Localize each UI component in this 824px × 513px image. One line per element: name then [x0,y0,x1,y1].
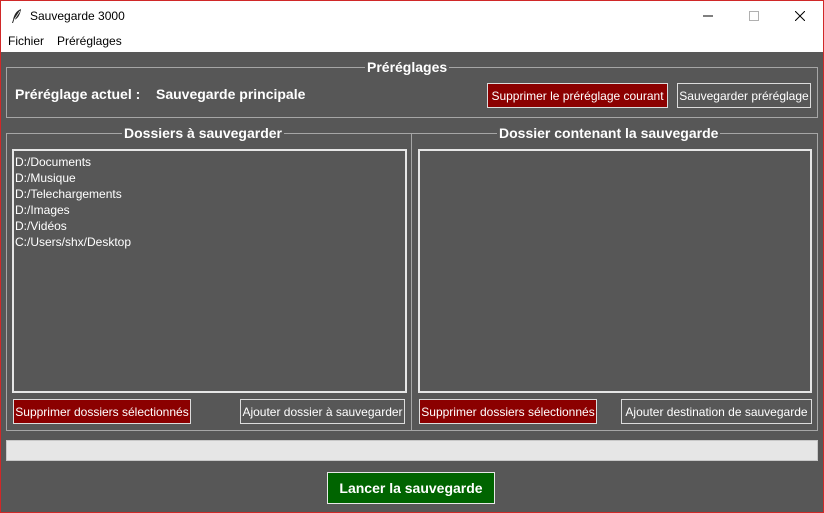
menu-bar: Fichier Préréglages [1,31,823,51]
source-frame: Dossiers à sauvegarder D:/Documents D:/M… [6,125,412,431]
presets-title: Préréglages [365,59,450,76]
list-item[interactable]: D:/Documents [14,154,405,170]
delete-destination-folders-button[interactable]: Supprimer dossiers sélectionnés [419,399,597,424]
destination-folder-list[interactable] [418,149,812,393]
progress-bar [6,440,818,461]
menu-prereglages[interactable]: Préréglages [57,34,122,48]
source-folder-list[interactable]: D:/Documents D:/Musique D:/Telechargemen… [12,149,407,393]
delete-source-folders-button[interactable]: Supprimer dossiers sélectionnés [13,399,191,424]
list-item[interactable]: C:/Users/shx/Desktop [14,234,405,250]
close-icon [795,11,805,21]
title-bar[interactable]: Sauvegarde 3000 [1,1,823,31]
minimize-button[interactable] [685,1,731,31]
window-title: Sauvegarde 3000 [30,9,125,23]
maximize-button[interactable] [731,1,777,31]
add-destination-button[interactable]: Ajouter destination de sauvegarde [621,399,812,424]
close-button[interactable] [777,1,823,31]
delete-preset-button[interactable]: Supprimer le préréglage courant [487,83,668,108]
feather-icon [12,9,21,23]
presets-frame: Préréglages Préréglage actuel : Sauvegar… [6,59,818,118]
source-title: Dossiers à sauvegarder [122,125,284,142]
destination-title: Dossier contenant la sauvegarde [497,125,721,142]
add-source-folder-button[interactable]: Ajouter dossier à sauvegarder [240,399,405,424]
launch-backup-button[interactable]: Lancer la sauvegarde [327,472,495,504]
maximize-icon [749,11,759,21]
current-preset-label: Préréglage actuel : [15,86,141,102]
list-item[interactable]: D:/Images [14,202,405,218]
save-preset-button[interactable]: Sauvegarder préréglage [677,83,811,108]
destination-frame: Dossier contenant la sauvegarde Supprime… [411,125,818,431]
list-item[interactable]: D:/Musique [14,170,405,186]
menu-fichier[interactable]: Fichier [8,34,44,48]
app-window: Sauvegarde 3000 Fichier Préréglages Prér… [0,0,824,513]
minimize-icon [703,15,713,17]
current-preset-value: Sauvegarde principale [156,86,306,102]
main-panel: Préréglages Préréglage actuel : Sauvegar… [1,52,823,512]
list-item[interactable]: D:/Vidéos [14,218,405,234]
list-item[interactable]: D:/Telechargements [14,186,405,202]
